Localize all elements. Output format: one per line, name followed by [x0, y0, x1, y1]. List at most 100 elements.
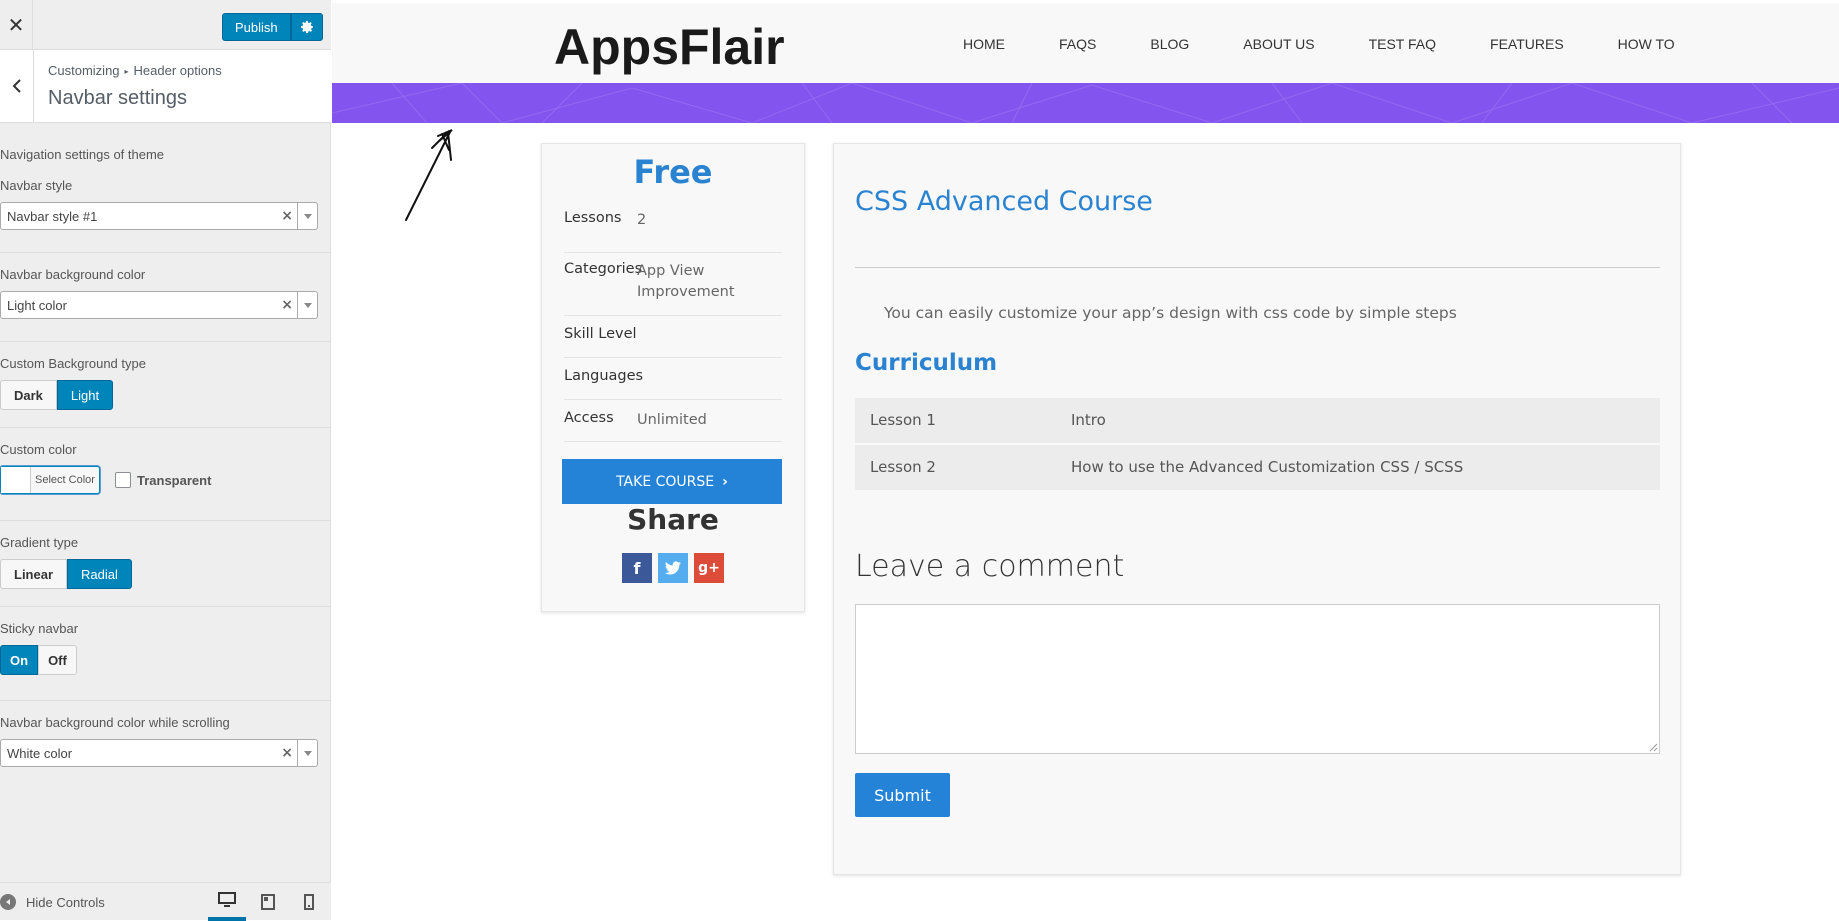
course-title: CSS Advanced Course: [855, 186, 1153, 217]
breadcrumb-item: Customizing: [48, 63, 120, 78]
bg-type-dark-button[interactable]: Dark: [0, 380, 57, 410]
back-button[interactable]: [0, 50, 34, 122]
desktop-icon: [218, 892, 236, 907]
course-price: Free: [633, 153, 713, 191]
sticky-navbar-toggle: On Off: [0, 645, 331, 675]
customizer-footer: Hide Controls: [0, 882, 331, 921]
custom-bg-type-toggle: Dark Light: [0, 380, 331, 410]
chevron-down-icon[interactable]: [297, 292, 317, 318]
navbar-scroll-color-control: Navbar background color while scrolling …: [0, 715, 331, 767]
take-course-button[interactable]: TAKE COURSE ›: [562, 459, 782, 504]
info-key: Languages: [564, 368, 644, 384]
gear-icon: [300, 20, 313, 34]
chevron-down-icon[interactable]: [297, 740, 317, 766]
divider: [0, 427, 331, 428]
chevron-down-icon[interactable]: [297, 203, 317, 229]
info-key: Access: [564, 410, 614, 426]
lesson-number: Lesson 1: [870, 411, 936, 429]
tablet-icon: [261, 894, 275, 910]
divider: [0, 520, 331, 521]
gradient-type-label: Gradient type: [0, 535, 79, 550]
navbar-bg-color-control: Navbar background color Light color ×: [0, 267, 331, 319]
title-divider: [855, 267, 1660, 268]
gradient-linear-button[interactable]: Linear: [0, 559, 68, 589]
info-value: 2: [637, 212, 647, 228]
lesson-row[interactable]: Lesson 1 Intro: [855, 398, 1660, 443]
share-icons: f g+: [622, 553, 730, 583]
gradient-radial-button[interactable]: Radial: [67, 559, 132, 589]
menu-item-about-us[interactable]: ABOUT US: [1243, 36, 1314, 52]
info-row-categories: Categories App View Improvement: [564, 253, 782, 316]
submit-button[interactable]: Submit: [855, 773, 950, 817]
navbar-style-control: Navbar style Navbar style #1 ×: [0, 178, 331, 230]
info-value[interactable]: App View Improvement: [637, 261, 782, 303]
menu-item-test-faq[interactable]: TEST FAQ: [1369, 36, 1436, 52]
mobile-preview-button[interactable]: [290, 883, 328, 921]
divider: [0, 700, 331, 701]
menu-item-home[interactable]: HOME: [963, 36, 1005, 52]
facebook-icon[interactable]: f: [622, 553, 652, 583]
transparent-label[interactable]: Transparent: [137, 473, 211, 488]
divider: [0, 252, 331, 253]
page-banner: [332, 83, 1839, 123]
site-menu: HOME FAQS BLOG ABOUT US TEST FAQ FEATURE…: [963, 36, 1729, 52]
clear-icon[interactable]: ×: [281, 745, 293, 761]
custom-color-control: Custom color Select Color Transparent: [0, 442, 331, 494]
divider: [0, 341, 331, 342]
comment-heading: Leave a comment: [855, 549, 1125, 584]
desktop-preview-button[interactable]: [208, 883, 246, 921]
section-description-block: Navigation settings of theme: [0, 147, 331, 162]
customizer-sidebar: ✕ Publish Customizing ▸ Header options Nav…: [0, 0, 331, 921]
course-info-card: Free Lessons 2 Categories App View Impro…: [541, 143, 805, 612]
menu-item-how-to[interactable]: HOW TO: [1618, 36, 1675, 52]
navbar-scroll-color-label: Navbar background color while scrolling: [0, 715, 230, 730]
custom-color-label: Custom color: [0, 442, 77, 457]
breadcrumb-item: Header options: [133, 63, 222, 78]
hide-controls-button[interactable]: Hide Controls: [0, 883, 105, 921]
publish-button[interactable]: Publish: [222, 13, 291, 41]
gradient-type-control: Gradient type Linear Radial: [0, 535, 331, 589]
section-description: Navigation settings of theme: [0, 147, 165, 162]
sticky-navbar-control: Sticky navbar On Off: [0, 621, 331, 675]
breadcrumb: Customizing ▸ Header options: [48, 63, 222, 78]
navbar-bg-color-value: Light color: [7, 298, 67, 313]
close-customizer-button[interactable]: ✕: [0, 0, 33, 50]
comment-textarea[interactable]: [855, 604, 1660, 754]
navbar-scroll-color-select[interactable]: White color ×: [0, 739, 318, 767]
sticky-on-button[interactable]: On: [0, 645, 39, 675]
section-title: Navbar settings: [48, 87, 187, 109]
sticky-off-button[interactable]: Off: [38, 645, 77, 675]
publish-settings-button[interactable]: [290, 13, 323, 41]
navbar-bg-color-select[interactable]: Light color ×: [0, 291, 318, 319]
clear-icon[interactable]: ×: [281, 297, 293, 313]
menu-item-blog[interactable]: BLOG: [1150, 36, 1189, 52]
lesson-row[interactable]: Lesson 2 How to use the Advanced Customi…: [855, 445, 1660, 490]
select-color-label: Select Color: [35, 474, 95, 486]
twitter-icon[interactable]: [658, 553, 688, 583]
tablet-preview-button[interactable]: [249, 883, 287, 921]
navbar-bg-color-label: Navbar background color: [0, 267, 146, 282]
color-swatch[interactable]: [1, 467, 31, 493]
resize-handle-icon[interactable]: [1649, 743, 1658, 752]
info-row-access: Access Unlimited: [564, 400, 782, 442]
chevron-right-icon: ›: [722, 473, 728, 490]
sticky-navbar-label: Sticky navbar: [0, 621, 79, 636]
section-header: Customizing ▸ Header options Navbar settin…: [0, 50, 331, 123]
chevron-left-icon: [12, 79, 21, 93]
color-picker-button[interactable]: Select Color: [0, 466, 100, 494]
google-plus-icon[interactable]: g+: [694, 553, 724, 583]
clear-icon[interactable]: ×: [281, 208, 293, 224]
transparent-checkbox[interactable]: [115, 472, 131, 488]
bg-type-light-button[interactable]: Light: [56, 380, 114, 410]
menu-item-features[interactable]: FEATURES: [1490, 36, 1564, 52]
divider: [0, 606, 331, 607]
navbar-style-select[interactable]: Navbar style #1 ×: [0, 202, 318, 230]
navbar-style-label: Navbar style: [0, 178, 73, 193]
lesson-title: How to use the Advanced Customization CS…: [1071, 458, 1464, 476]
menu-item-faqs[interactable]: FAQS: [1059, 36, 1096, 52]
course-content-card: CSS Advanced Course You can easily custo…: [833, 143, 1681, 875]
site-logo[interactable]: AppsFlair: [554, 18, 785, 76]
site-preview: AppsFlair HOME FAQS BLOG ABOUT US TEST F…: [332, 0, 1839, 920]
banner-pattern: [332, 83, 1839, 123]
info-row-lessons: Lessons 2: [564, 210, 782, 253]
